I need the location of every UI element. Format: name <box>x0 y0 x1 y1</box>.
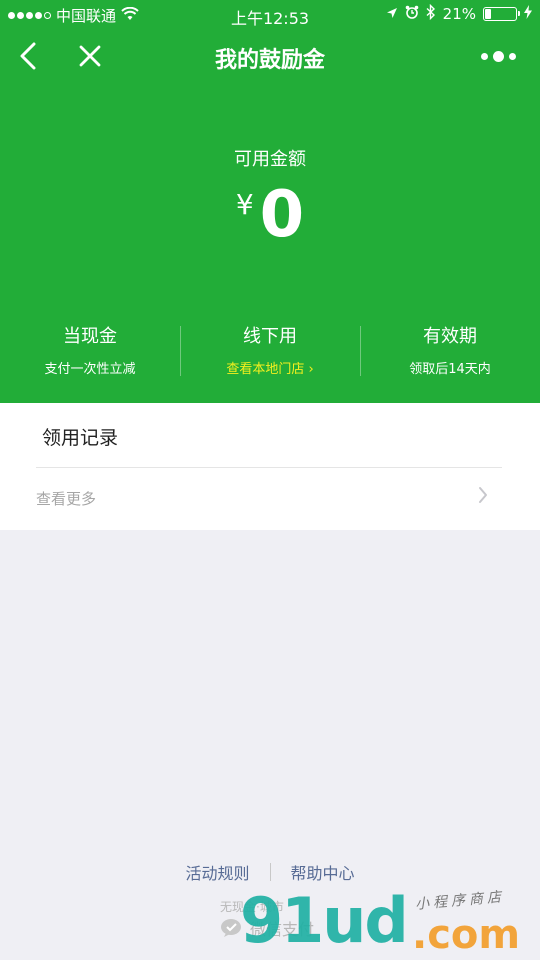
bluetooth-icon <box>426 3 436 24</box>
view-more-row[interactable]: 查看更多 <box>0 468 540 530</box>
feature-subtitle: 领取后14天内 <box>409 362 491 377</box>
chevron-right-icon <box>478 486 488 508</box>
more-icon <box>480 50 516 62</box>
location-icon <box>386 5 398 23</box>
view-more-label: 查看更多 <box>36 490 97 508</box>
view-local-stores-link[interactable]: 查看本地门店 › <box>180 358 360 377</box>
divider <box>269 863 271 881</box>
watermark-number: 91ud <box>240 884 409 957</box>
battery-icon <box>483 7 520 21</box>
status-bar: 中国联通 上午12:53 21% <box>0 0 540 28</box>
balance-label: 可用金额 <box>234 149 306 170</box>
feature-cash: 当现金 支付一次性立减 <box>0 322 180 382</box>
status-right: 21% <box>386 3 532 24</box>
feature-validity: 有效期 领取后14天内 <box>360 322 540 382</box>
feature-row: 当现金 支付一次性立减 线下用 查看本地门店 › 有效期 领取后14天内 <box>0 322 540 382</box>
site-watermark: 91ud 小程序商店 .com <box>240 880 540 960</box>
records-title: 领用记录 <box>42 427 119 449</box>
currency-symbol: ¥ <box>235 188 254 221</box>
header-panel: 中国联通 上午12:53 21% 我的鼓励金 可用金额 ¥0 当现金 支付一次性… <box>0 0 540 403</box>
watermark-tagline: 小程序商店 <box>414 889 506 913</box>
charging-icon <box>524 5 532 23</box>
more-button[interactable] <box>468 36 528 76</box>
alarm-icon <box>405 5 419 23</box>
nav-bar: 我的鼓励金 <box>0 28 540 82</box>
feature-title: 当现金 <box>63 326 117 347</box>
feature-title: 线下用 <box>243 326 297 347</box>
records-card: 领用记录 查看更多 <box>0 403 540 530</box>
feature-subtitle: 支付一次性立减 <box>44 362 136 377</box>
watermark-domain: .com <box>412 912 521 958</box>
battery-percent: 21% <box>442 5 476 23</box>
balance-amount: ¥0 <box>0 180 540 250</box>
feature-title: 有效期 <box>423 326 477 347</box>
battery-level <box>485 9 492 19</box>
screen: 中国联通 上午12:53 21% 我的鼓励金 可用金额 ¥0 当现金 支付一次性… <box>0 0 540 960</box>
page-title: 我的鼓励金 <box>214 48 325 73</box>
feature-offline: 线下用 查看本地门店 › <box>180 322 360 382</box>
amount-value: 0 <box>259 178 305 252</box>
